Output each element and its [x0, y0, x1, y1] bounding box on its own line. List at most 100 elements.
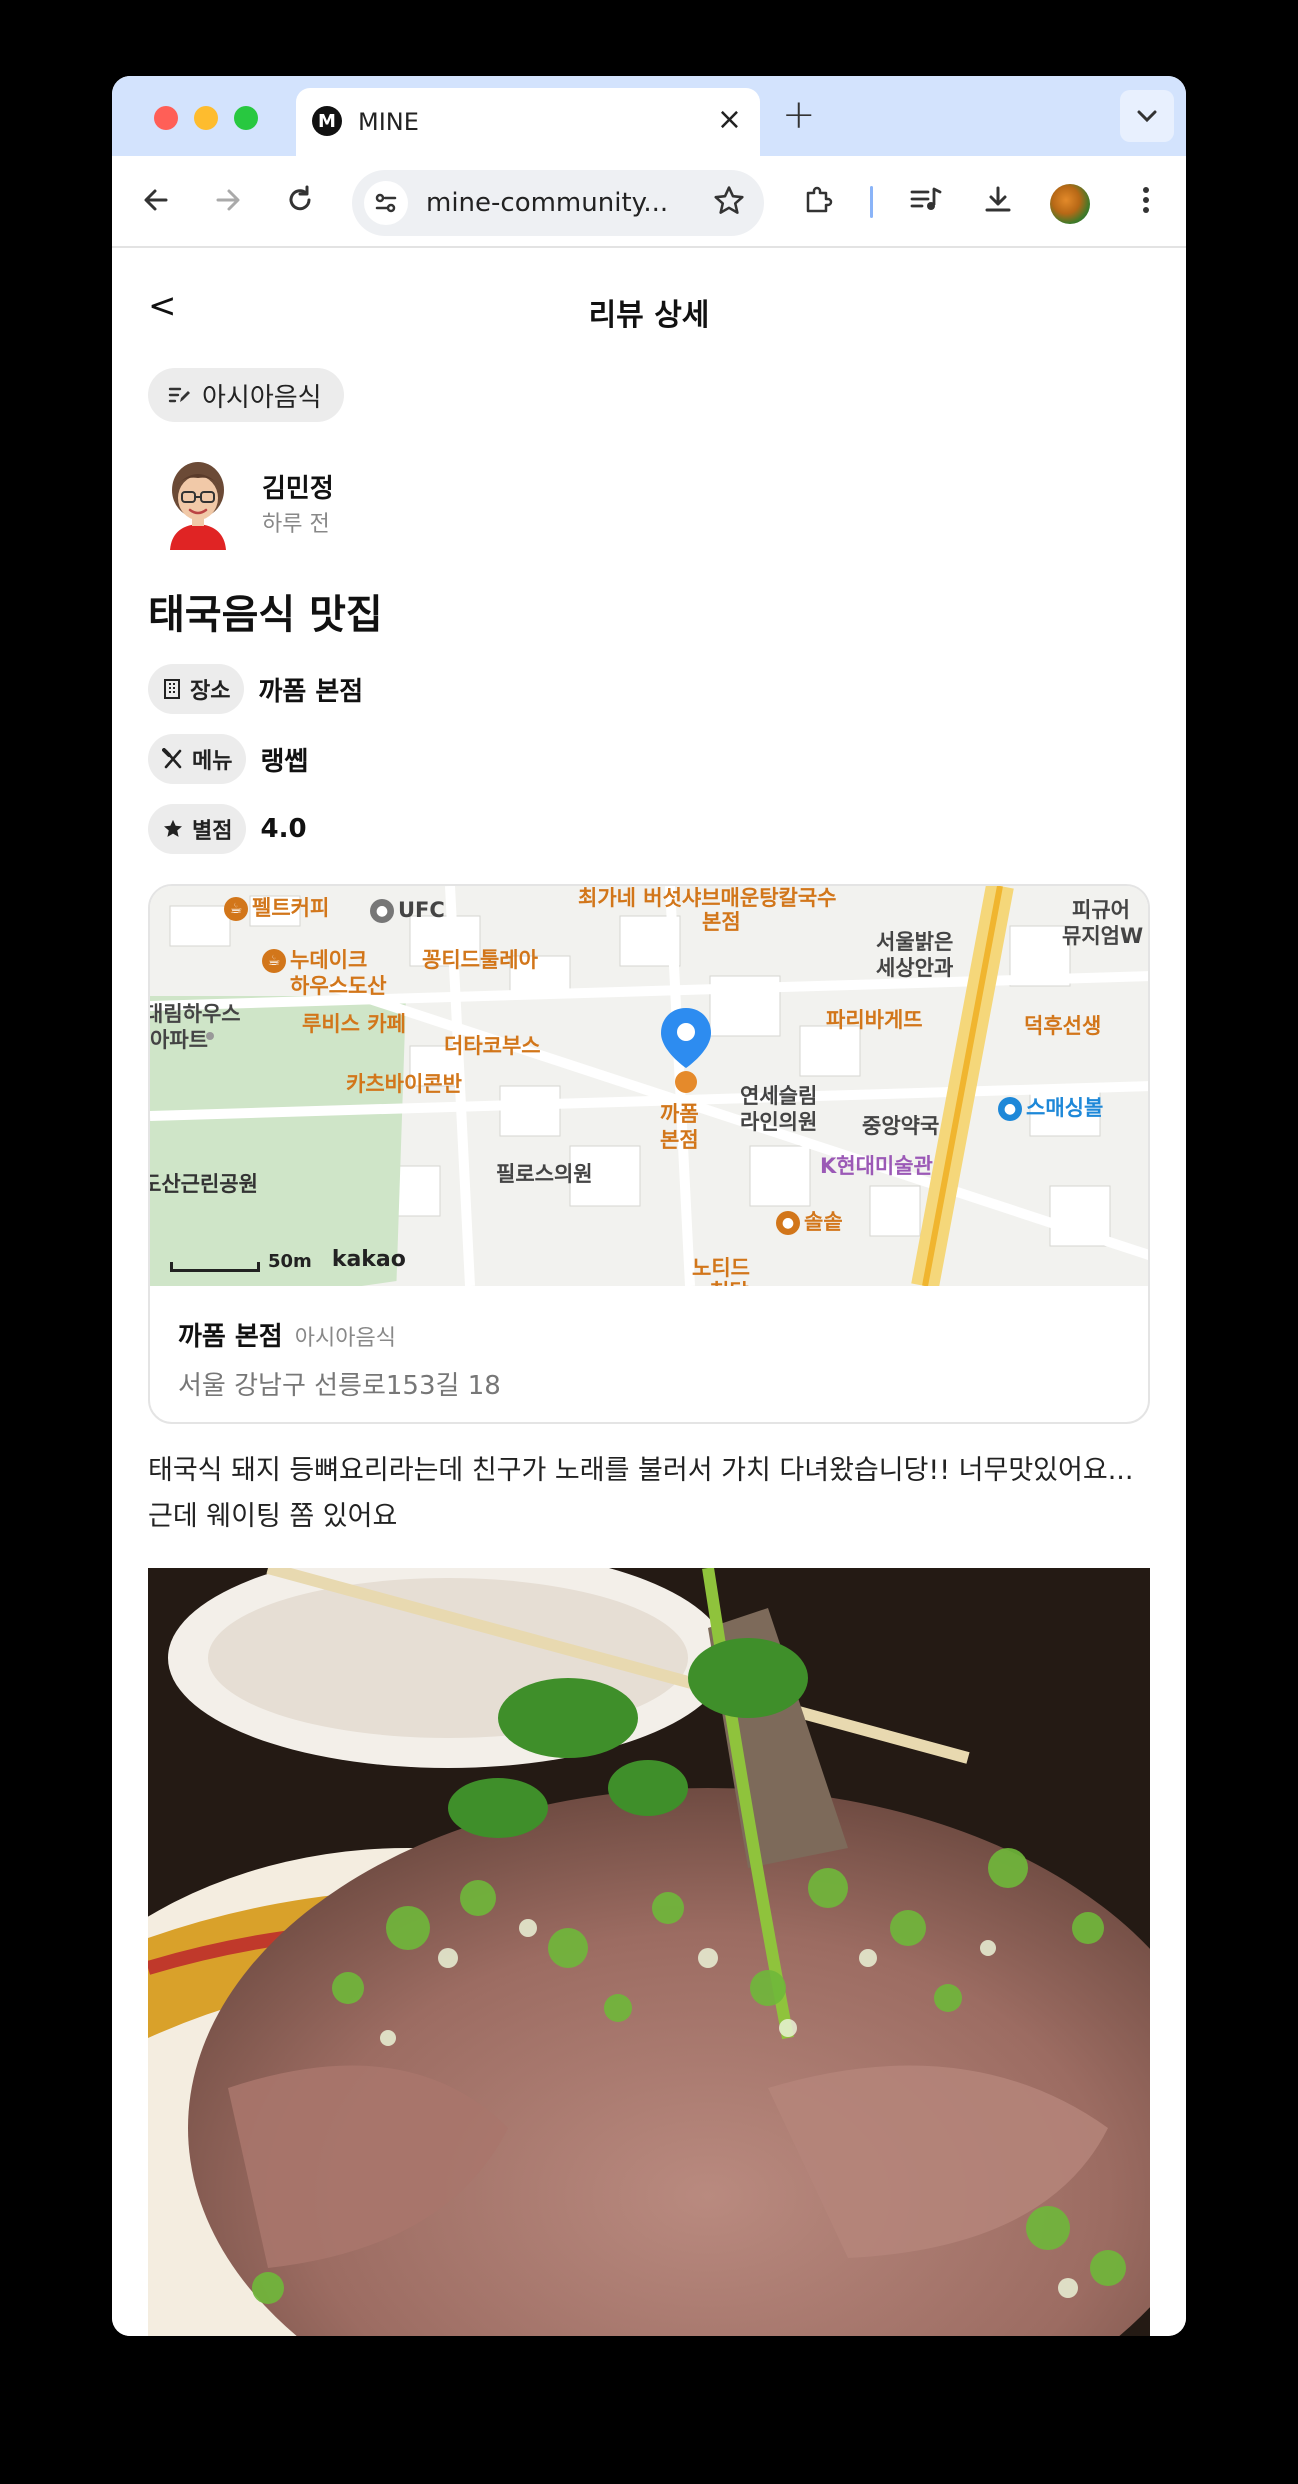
- poi-label: 파리바게뜨: [826, 1008, 923, 1032]
- map-poi[interactable]: K현대미술관: [820, 1150, 933, 1180]
- place-category: 아시아음식: [294, 1326, 396, 1351]
- menu-badge-label: 메뉴: [192, 749, 233, 774]
- poi-label: 루비스 카페: [302, 1012, 406, 1036]
- poi-label: 까폼: [660, 1102, 699, 1126]
- building-icon: [164, 679, 180, 699]
- poi-label: UFC: [398, 898, 445, 922]
- map-poi[interactable]: 청담: [710, 1276, 749, 1286]
- map-poi[interactable]: 필로스의원: [496, 1158, 593, 1188]
- poi-label: 하우스도산: [290, 974, 387, 998]
- cafe-icon: ☕: [224, 897, 248, 921]
- review-text: 태국식 돼지 등뼈요리라는데 친구가 노래를 불러서 가치 다녀왔습니당!! 너…: [148, 1455, 1134, 1532]
- map-poi[interactable]: 더타코부스: [444, 1030, 541, 1060]
- download-icon: [985, 186, 1011, 212]
- poi-label: 스매싱볼: [1026, 1096, 1104, 1120]
- author-name: 김민정: [262, 474, 334, 504]
- downloads-button[interactable]: [976, 178, 1020, 222]
- extensions-button[interactable]: [796, 178, 840, 222]
- location-pin-icon[interactable]: [658, 1006, 714, 1096]
- poi-label: 연세슬림: [740, 1084, 818, 1108]
- info-row-rating: 별점 4.0: [148, 804, 307, 854]
- profile-avatar-icon[interactable]: [1050, 184, 1090, 224]
- site-settings-icon[interactable]: [364, 181, 408, 225]
- poi-label: 세상안과: [876, 956, 954, 980]
- map-poi[interactable]: 뮤지엄W: [1062, 920, 1143, 950]
- poi-label: 카츠바이콘반: [346, 1072, 462, 1096]
- poi-label: 도산근린공원: [150, 1172, 258, 1196]
- map-poi[interactable]: 파리바게뜨: [826, 1004, 923, 1034]
- menu-value: 랭쎕: [260, 746, 309, 777]
- mine-favicon-icon: M: [312, 106, 342, 136]
- tab-bar: M MINE × +: [112, 76, 1186, 156]
- browser-toolbar: mine-community...: [112, 156, 1186, 248]
- browser-menu-button[interactable]: [1124, 178, 1168, 222]
- music-queue-icon: [910, 187, 942, 210]
- arrow-left-icon: [144, 189, 168, 211]
- place-address: 서울 강남구 선릉로153길 18: [178, 1371, 501, 1401]
- poi-label: 서울밝은: [876, 930, 954, 954]
- shop-icon: ●: [370, 899, 394, 923]
- poi-label: 솔솥: [804, 1210, 843, 1234]
- poi-label: 더타코부스: [444, 1034, 541, 1058]
- rating-badge: 별점: [148, 804, 247, 854]
- reload-button[interactable]: [278, 178, 322, 222]
- map-poi[interactable]: 본점: [660, 1124, 699, 1154]
- url-text: mine-community...: [426, 188, 669, 218]
- poi-label: 덕후선생: [1024, 1014, 1102, 1038]
- map-poi[interactable]: 라인의원: [740, 1106, 817, 1136]
- kakao-map[interactable]: ☕ 펠트커피 ● UFC 최가네 버섯샤브매운탕칼국수 본점 피규어 뮤지엄W ☕ 누…: [150, 886, 1148, 1286]
- poi-label: 뮤지엄W: [1062, 924, 1144, 948]
- back-button[interactable]: [134, 178, 178, 222]
- map-poi[interactable]: ● 솔솥: [776, 1206, 843, 1236]
- map-poi[interactable]: ● UFC: [370, 898, 445, 923]
- info-row-place: 장소 까폼 본점: [148, 664, 363, 714]
- forward-button[interactable]: [206, 178, 250, 222]
- chevron-down-icon: [1137, 110, 1157, 123]
- sports-icon: ●: [998, 1097, 1022, 1121]
- map-poi[interactable]: 덕후선생: [1024, 1010, 1101, 1040]
- map-poi[interactable]: 아파트: [150, 1024, 208, 1054]
- tab-close-icon[interactable]: ×: [717, 102, 742, 137]
- food-photo[interactable]: [148, 1568, 1150, 2336]
- map-poi[interactable]: 꽁티드툴레아: [422, 944, 538, 974]
- map-poi[interactable]: 루비스 카페: [302, 1008, 406, 1038]
- minimize-window-button[interactable]: [194, 106, 218, 130]
- map-poi[interactable]: 본점: [702, 906, 741, 936]
- close-window-button[interactable]: [154, 106, 178, 130]
- map-poi[interactable]: ☕ 펠트커피: [224, 892, 329, 922]
- category-chip[interactable]: 아시아음식: [148, 368, 344, 422]
- map-card[interactable]: ☕ 펠트커피 ● UFC 최가네 버섯샤브매운탕칼국수 본점 피규어 뮤지엄W ☕ 누…: [148, 884, 1150, 1424]
- category-label: 아시아음식: [202, 382, 322, 413]
- poi-label: 펠트커피: [252, 896, 330, 920]
- poi-label: 라인의원: [740, 1110, 818, 1134]
- address-bar[interactable]: mine-community...: [352, 170, 764, 236]
- tab-title: MINE: [358, 108, 419, 136]
- tab-search-button[interactable]: [1120, 90, 1174, 142]
- kakao-logo: kakao: [331, 1247, 406, 1272]
- new-tab-button[interactable]: +: [782, 92, 816, 138]
- poi-label: 누데이크: [290, 948, 368, 972]
- poi-label: 필로스의원: [496, 1162, 593, 1186]
- toolbar-separator: [870, 186, 873, 218]
- map-poi[interactable]: 중앙약국: [862, 1110, 939, 1140]
- map-poi[interactable]: 세상안과: [876, 952, 953, 982]
- place-badge: 장소: [148, 664, 245, 714]
- active-tab[interactable]: M MINE ×: [296, 88, 760, 156]
- poi-label: 대림하우스: [150, 1002, 241, 1026]
- map-poi[interactable]: ● 스매싱볼: [998, 1092, 1103, 1122]
- maximize-window-button[interactable]: [234, 106, 258, 130]
- more-vertical-icon: [1143, 187, 1149, 213]
- utensils-icon: [162, 748, 182, 769]
- media-controls-button[interactable]: [904, 178, 948, 222]
- post-title: 태국음식 맛집: [148, 592, 383, 638]
- place-badge-label: 장소: [190, 679, 231, 704]
- bookmark-star-icon[interactable]: [712, 184, 746, 222]
- map-poi[interactable]: 카츠바이콘반: [346, 1068, 462, 1098]
- map-poi[interactable]: 하우스도산: [290, 970, 387, 1000]
- rating-value: 4.0: [260, 814, 307, 844]
- map-poi[interactable]: 도산근린공원: [150, 1168, 258, 1198]
- author-avatar[interactable]: [156, 456, 240, 550]
- scale-text: 50m: [268, 1251, 312, 1272]
- place-info: 까폼 본점 아시아음식 서울 강남구 선릉로153길 18: [178, 1316, 501, 1402]
- page-title: 리뷰 상세: [588, 298, 710, 333]
